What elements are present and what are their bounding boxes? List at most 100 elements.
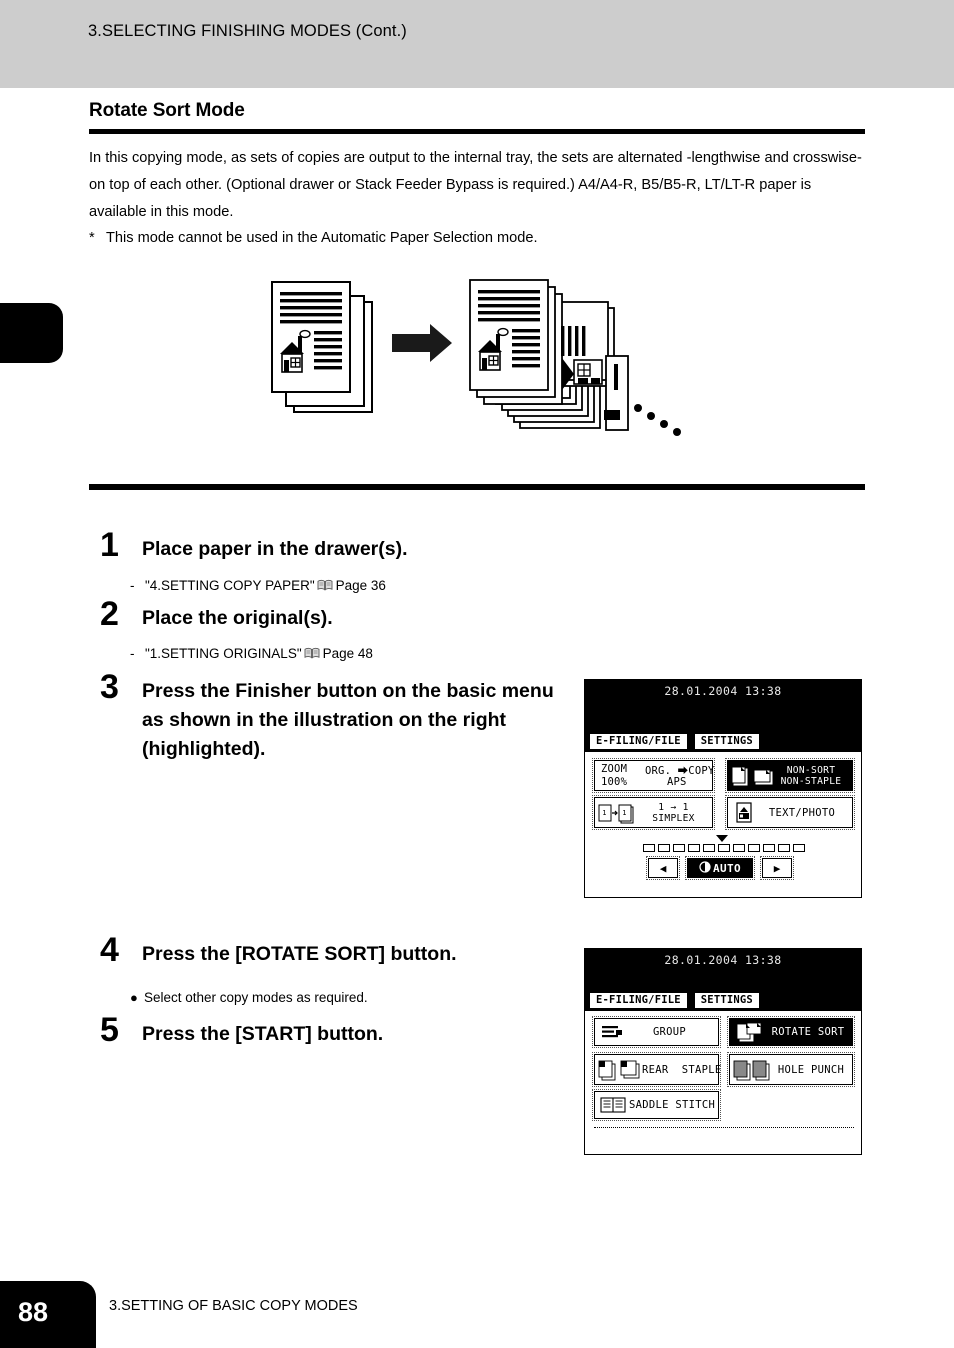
step-2-ref-page: Page 48 (322, 646, 373, 661)
rotate-sort-button[interactable]: ROTATE SORT (727, 1016, 855, 1048)
zoom-label: ZOOM (601, 763, 628, 775)
lcd-basic-body: ZOOM 100% ORG. ⮕COPY APS NON-SORT NON-ST… (585, 752, 861, 895)
density-dial-icon (699, 860, 711, 876)
finisher-line1: NON-SORT (786, 764, 836, 776)
lcd-basic-tabs: E-FILING/FILE SETTINGS (589, 733, 760, 750)
page-header-band (0, 0, 954, 88)
group-button[interactable]: GROUP (592, 1016, 721, 1048)
finisher-mode-button[interactable]: NON-SORT NON-STAPLE (725, 758, 855, 793)
hole-punch-label: HOLE PUNCH (777, 1063, 845, 1076)
density-segment (673, 844, 685, 852)
density-segment (778, 844, 790, 852)
density-left-arrow-icon: ◀ (659, 861, 667, 875)
page-number: 88 (18, 1297, 49, 1327)
svg-text:1: 1 (622, 809, 627, 817)
saddle-stitch-icon (599, 1095, 629, 1115)
note-marker: * (89, 230, 95, 246)
step-5-text: Press the [START] button. (142, 1023, 384, 1045)
tab-settings[interactable]: SETTINGS (693, 992, 760, 1009)
step-1-number: 1 (100, 526, 119, 564)
finisher-mode-label: NON-SORT NON-STAPLE (774, 765, 848, 787)
duplex-line1: 1 → 1 (658, 801, 689, 813)
saddle-stitch-label: SADDLE STITCH (629, 1099, 716, 1111)
chapter-side-tab (0, 303, 63, 363)
tab-e-filing-file[interactable]: E-FILING/FILE (589, 992, 688, 1009)
lcd-finishing-header: 28.01.2004 13:38 E-FILING/FILE SETTINGS (585, 949, 861, 1011)
lcd-basic-clock: 28.01.2004 13:38 (664, 684, 782, 698)
lcd-finishing-body: GROUP ROTATE SORT REAR STAPLE HOLE PUNCH… (585, 1011, 861, 1152)
step-2-text: Place the original(s). (142, 607, 333, 629)
density-segment (643, 844, 655, 852)
density-auto-button[interactable]: AUTO (685, 856, 755, 880)
step-4-note-text: Select other copy modes as required. (144, 990, 368, 1005)
step-1-ref-page: Page 36 (335, 578, 386, 593)
step-3-text: Press the Finisher button on the basic m… (142, 680, 554, 760)
saddle-stitch-button[interactable]: SADDLE STITCH (592, 1089, 721, 1121)
step-1-ref-title: "4.SETTING COPY PAPER" (145, 578, 315, 593)
page-title: Rotate Sort Mode (89, 100, 245, 121)
density-segment (748, 844, 760, 852)
footer-chapter-title: 3.SETTING OF BASIC COPY MODES (109, 1298, 358, 1314)
lcd-basic-menu: 28.01.2004 13:38 E-FILING/FILE SETTINGS … (584, 679, 862, 898)
tab-e-filing-file[interactable]: E-FILING/FILE (589, 733, 688, 750)
original-mode-label: TEXT/PHOTO (768, 806, 836, 819)
density-decrease-button[interactable]: ◀ (646, 856, 680, 880)
duplex-mode-label: 1 → 1 SIMPLEX (638, 802, 709, 824)
step-1-text: Place paper in the drawer(s). (142, 538, 408, 560)
step-4-bullet-note: ● Select other copy modes as required. (130, 988, 368, 1008)
book-icon (317, 579, 333, 591)
step-3-number: 3 (100, 668, 119, 706)
density-marker-icon (716, 835, 728, 842)
density-increase-button[interactable]: ▶ (760, 856, 794, 880)
book-icon (304, 647, 320, 659)
density-segment (733, 844, 745, 852)
density-segment (763, 844, 775, 852)
svg-text:1: 1 (602, 809, 607, 817)
density-segment (793, 844, 805, 852)
density-segment (688, 844, 700, 852)
original-mode-button[interactable]: TEXT/PHOTO (725, 795, 855, 830)
hole-punch-icon (733, 1058, 773, 1082)
section-rule-bottom (89, 484, 865, 490)
step-2-ref-title: "1.SETTING ORIGINALS" (145, 646, 302, 661)
step-2-number: 2 (100, 595, 119, 633)
simplex-icon: 1 1 (598, 801, 638, 825)
rear-staple-label: REAR STAPLE (642, 1063, 722, 1076)
text-photo-icon (732, 801, 756, 825)
note-text: This mode cannot be used in the Automati… (106, 230, 538, 246)
step-2-reference: - "1.SETTING ORIGINALS" Page 48 (130, 644, 373, 664)
density-scale (643, 844, 808, 852)
note-row: * This mode cannot be used in the Automat… (89, 226, 867, 250)
duplex-line2: SIMPLEX (652, 812, 695, 824)
step-1-dash: - (130, 578, 135, 593)
step-2-dash: - (130, 646, 135, 661)
bullet-icon: ● (130, 990, 138, 1005)
intro-paragraph: In this copying mode, as sets of copies … (89, 150, 862, 220)
zoom-ratio-button[interactable]: ZOOM 100% ORG. ⮕COPY APS (592, 758, 715, 793)
zoom-value: 100% (601, 776, 628, 788)
finisher-line2: NON-STAPLE (780, 775, 842, 787)
title-rule (89, 129, 865, 134)
step-1-reference: - "4.SETTING COPY PAPER" Page 36 (130, 576, 386, 596)
running-head: 3.SELECTING FINISHING MODES (Cont.) (88, 22, 407, 40)
rotate-sort-illustration (262, 272, 692, 462)
step-4-number: 4 (100, 931, 119, 969)
rear-staple-button[interactable]: REAR STAPLE (592, 1052, 722, 1087)
step-4-text: Press the [ROTATE SORT] button. (142, 943, 457, 965)
rear-staple-icon (598, 1058, 642, 1082)
sort-pages-icon (732, 764, 774, 788)
density-right-arrow-icon: ▶ (773, 861, 781, 875)
lcd-finishing-divider (594, 1127, 854, 1128)
density-segment (718, 844, 730, 852)
hole-punch-button[interactable]: HOLE PUNCH (727, 1052, 855, 1087)
density-segment (703, 844, 715, 852)
density-segment (658, 844, 670, 852)
step-5-number: 5 (100, 1011, 119, 1049)
group-label: GROUP (652, 1026, 687, 1038)
duplex-mode-button[interactable]: 1 1 1 → 1 SIMPLEX (592, 795, 715, 830)
tab-settings[interactable]: SETTINGS (693, 733, 760, 750)
lcd-finishing-clock: 28.01.2004 13:38 (664, 953, 782, 967)
density-auto-label: AUTO (712, 861, 742, 875)
lcd-finishing-modes: 28.01.2004 13:38 E-FILING/FILE SETTINGS … (584, 948, 862, 1155)
rotate-sort-label: ROTATE SORT (771, 1026, 845, 1038)
